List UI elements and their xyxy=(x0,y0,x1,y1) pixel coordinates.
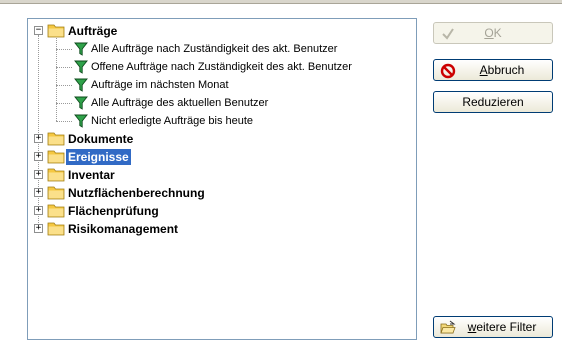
tree-filter-label[interactable]: Offene Aufträge nach Zuständigkeit des a… xyxy=(90,59,353,75)
checkmark-icon xyxy=(442,28,454,40)
expand-toggle-icon[interactable]: + xyxy=(34,188,43,197)
folder-icon xyxy=(47,131,65,146)
filter-tree-panel[interactable]: − Aufträge Alle Aufträge nach Zuständigkei… xyxy=(27,18,417,340)
tree-connector xyxy=(56,49,72,50)
tree-folder-row[interactable]: + Dokumente xyxy=(28,130,408,148)
expand-toggle-icon[interactable]: + xyxy=(34,170,43,179)
filter-funnel-icon xyxy=(74,42,88,56)
tree-filter-label[interactable]: Nicht erledigte Aufträge bis heute xyxy=(90,113,254,129)
expand-toggle-icon[interactable]: + xyxy=(34,152,43,161)
reduce-button[interactable]: Reduzieren xyxy=(433,91,553,113)
folder-icon xyxy=(47,203,65,218)
ok-button-label: OK xyxy=(484,26,502,40)
tree-filter-label[interactable]: Alle Aufträge des aktuellen Benutzer xyxy=(90,95,269,111)
tree-folder-row[interactable]: + Nutzflächenberechnung xyxy=(28,184,408,202)
ok-button[interactable]: OK xyxy=(433,22,553,44)
more-filters-button[interactable]: weitere Filter xyxy=(433,316,553,338)
tree-connector xyxy=(56,103,72,104)
tree-connector xyxy=(56,67,72,68)
tree-connector xyxy=(56,38,57,121)
folder-icon xyxy=(47,221,65,236)
no-entry-icon xyxy=(440,63,456,79)
tree-folder-label[interactable]: Flächenprüfung xyxy=(66,203,161,219)
filter-tree[interactable]: − Aufträge Alle Aufträge nach Zuständigkei… xyxy=(28,19,416,339)
tree-folder-label[interactable]: Ereignisse xyxy=(66,149,131,165)
tree-folder-label[interactable]: Nutzflächenberechnung xyxy=(66,185,207,201)
tree-filter-row[interactable]: Alle Aufträge des aktuellen Benutzer xyxy=(28,94,408,112)
tree-filter-label[interactable]: Alle Aufträge nach Zuständigkeit des akt… xyxy=(90,41,338,57)
collapse-toggle-icon[interactable]: − xyxy=(34,26,43,35)
filter-funnel-icon xyxy=(74,78,88,92)
tree-folder-label[interactable]: Dokumente xyxy=(66,131,135,147)
tree-folder-row[interactable]: + Risikomanagement xyxy=(28,220,408,238)
tree-connector xyxy=(56,85,72,86)
tree-folder-row[interactable]: + Flächenprüfung xyxy=(28,202,408,220)
more-filters-button-label: weitere Filter xyxy=(467,320,537,334)
expand-toggle-icon[interactable]: + xyxy=(34,206,43,215)
filter-funnel-icon xyxy=(74,114,88,128)
cancel-button-label: Abbruch xyxy=(479,63,525,77)
cancel-rest: bbruch xyxy=(487,63,525,77)
ok-rest: K xyxy=(493,26,502,40)
cancel-button[interactable]: Abbruch xyxy=(433,59,553,81)
tree-folder-label[interactable]: Risikomanagement xyxy=(66,221,180,237)
reduce-button-label: Reduzieren xyxy=(462,95,524,109)
folder-icon xyxy=(47,185,65,200)
tree-folder-row[interactable]: + Ereignisse xyxy=(28,148,408,166)
tree-folder-label[interactable]: Aufträge xyxy=(66,23,119,39)
tree-folder-row[interactable]: − Aufträge xyxy=(28,22,408,40)
filter-funnel-icon xyxy=(74,60,88,74)
open-folder-icon xyxy=(440,320,456,334)
tree-filter-row[interactable]: Nicht erledigte Aufträge bis heute xyxy=(28,112,408,130)
expand-toggle-icon[interactable]: + xyxy=(34,134,43,143)
tree-filter-label[interactable]: Aufträge im nächsten Monat xyxy=(90,77,230,93)
tree-filter-row[interactable]: Alle Aufträge nach Zuständigkeit des akt… xyxy=(28,40,408,58)
tree-connector xyxy=(56,121,72,122)
folder-icon xyxy=(47,167,65,182)
tree-folder-row[interactable]: + Inventar xyxy=(28,166,408,184)
folder-icon xyxy=(47,23,65,38)
folder-icon xyxy=(47,149,65,164)
tree-filter-row[interactable]: Offene Aufträge nach Zuständigkeit des a… xyxy=(28,58,408,76)
more-filters-rest: eitere Filter xyxy=(476,320,537,334)
top-divider xyxy=(0,0,562,4)
tree-filter-row[interactable]: Aufträge im nächsten Monat xyxy=(28,76,408,94)
expand-toggle-icon[interactable]: + xyxy=(34,224,43,233)
tree-folder-label[interactable]: Inventar xyxy=(66,167,117,183)
filter-funnel-icon xyxy=(74,96,88,110)
